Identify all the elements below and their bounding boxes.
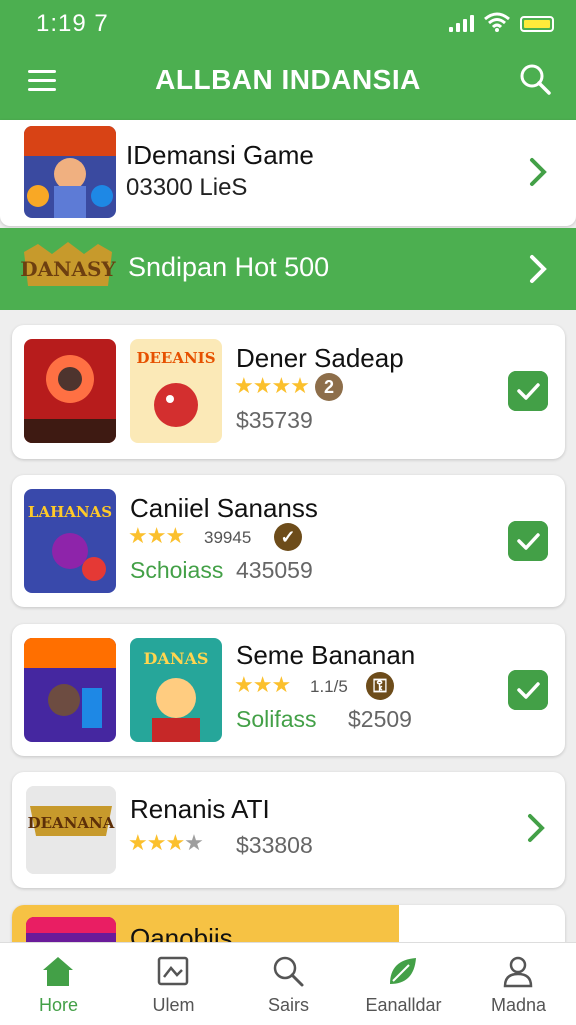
banner-logo-text: DANASY [20,257,116,281]
list-item[interactable]: DANAS Seme Bananan ★★★ 1.1/5 ⚿ Solifass … [12,624,565,756]
signal-icon [449,15,474,32]
featured-title: IDemansi Game [126,140,314,170]
item-title: Renanis ATI [130,794,270,824]
item-category: Solifass [236,706,317,732]
app-title: ALLBAN INDANSIA [155,64,421,95]
list-item[interactable]: DEANANA Renanis ATI ★★★★ $33808 [12,772,565,888]
item-price: 435059 [236,557,313,583]
thumbnail-text: LAHANAS [28,503,112,521]
item-title: Dener Sadeap [236,343,404,373]
rating-stars: ★★★★ [128,830,204,855]
item-category: Schoiass [130,557,224,583]
thumbnail-text: DANAS [144,649,209,668]
rating-badge: 2 [315,373,343,401]
item-title: Seme Bananan [236,640,416,670]
rating-stars: ★★★ [234,672,291,697]
nav-label: Hore [38,995,78,1015]
thumbnail-text: DEANANA [28,814,115,832]
banner-title: Sndipan Hot 500 [128,252,330,282]
list-item[interactable]: DEEANIS Dener Sadeap ★★★★ 2 $35739 [12,325,565,459]
achievement-badge-icon: ✓ [274,523,302,551]
app-bar: 1:19 7 ALLBAN INDANSIA [0,0,576,120]
bottom-navigation: Hore Ulem Sairs Eanalldar Madna [0,942,576,1025]
rating-count: 39945 [204,528,252,547]
image-icon [157,956,189,986]
nav-label: Sairs [267,995,309,1015]
installed-check-icon[interactable] [508,670,548,710]
game-thumbnail [24,638,116,742]
featured-thumbnail [24,126,116,218]
nav-label: Eanalldar [365,995,442,1015]
rating-stars: ★★★★ [234,373,310,398]
nav-label: Madna [490,995,547,1015]
item-price: $33808 [236,832,313,858]
nav-label: Ulem [152,995,195,1015]
rating-score: 1.1/5 [310,677,348,696]
item-price: $2509 [348,706,412,732]
home-icon [43,957,73,986]
hot-banner[interactable]: DANASY Sndipan Hot 500 [0,228,576,310]
game-thumbnail: DEANANA [26,786,116,874]
key-badge-icon: ⚿ [366,672,394,700]
nav-search[interactable]: Sairs [231,943,346,1025]
game-thumbnail: LAHANAS [24,489,116,593]
nav-home[interactable]: Hore [1,943,116,1025]
search-icon [273,956,304,987]
installed-check-icon[interactable] [508,521,548,561]
search-button[interactable] [518,62,552,96]
game-thumbnail: DANAS [130,638,222,742]
thumbnail-text: DEEANIS [136,349,215,367]
profile-icon [503,956,533,988]
leaf-icon [390,958,416,984]
wifi-icon [484,12,510,32]
chevron-right-icon [530,255,547,283]
game-thumbnail: DEEANIS [130,339,222,443]
chevron-right-icon [530,158,547,186]
nav-profile[interactable]: Madna [461,943,576,1025]
status-time: 1:19 7 [36,10,109,37]
featured-row[interactable]: IDemansi Game 03300 LieS [0,120,576,226]
banner-logo: DANASY [20,242,116,286]
game-thumbnail [24,339,116,443]
installed-check-icon[interactable] [508,371,548,411]
item-price: $35739 [236,407,313,433]
rating-stars: ★★★ [128,523,185,548]
list-item[interactable]: LAHANAS Caniiel Sananss ★★★ 39945 ✓ Scho… [12,475,565,607]
featured-subtitle: 03300 LieS [126,174,248,201]
battery-icon [520,16,554,32]
nav-ulem[interactable]: Ulem [116,943,231,1025]
chevron-right-icon[interactable] [526,812,546,844]
status-icons [449,12,554,32]
nav-calendar[interactable]: Eanalldar [346,943,461,1025]
item-title: Caniiel Sananss [130,493,318,523]
